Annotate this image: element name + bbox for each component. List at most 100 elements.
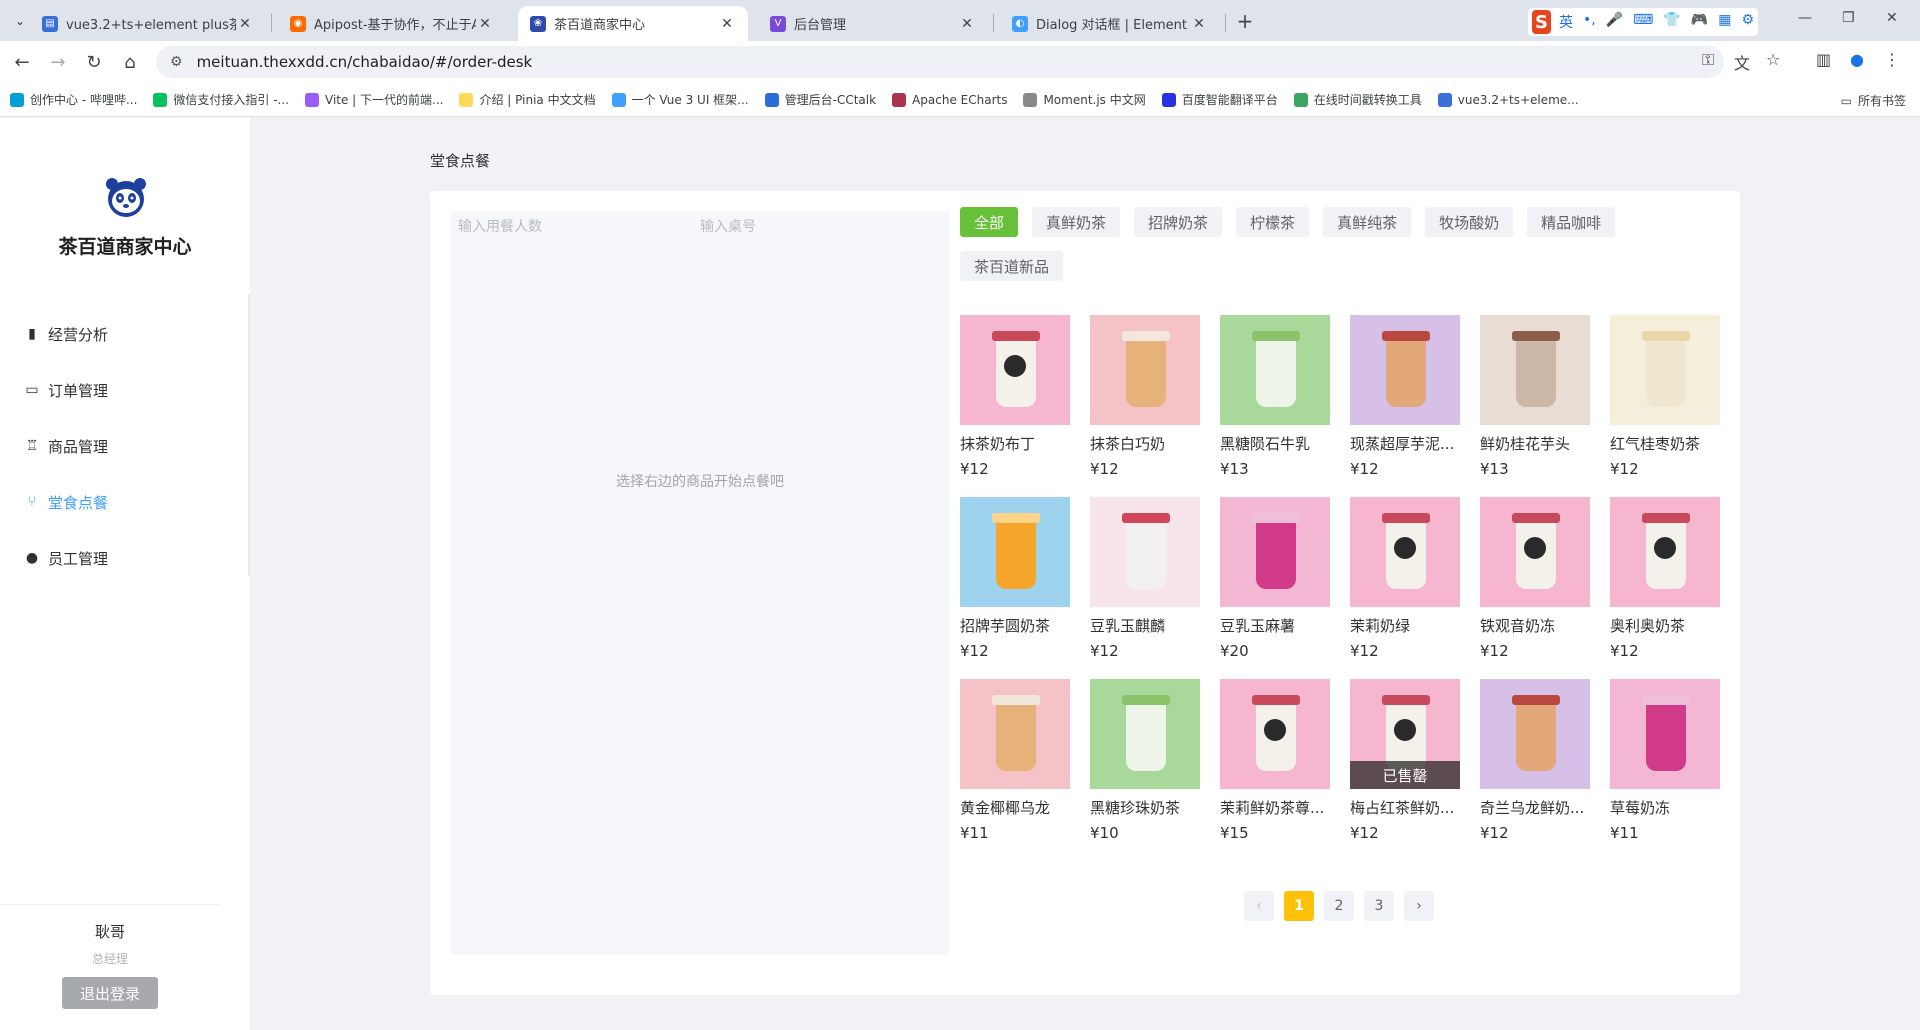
diners-count-input[interactable] [458,213,700,241]
sogou-ime-icon[interactable]: S [1532,10,1551,34]
bookmark-item[interactable]: Moment.js 中文网 [1023,91,1146,108]
product-card[interactable]: 豆乳玉麻薯 ¥20 [1220,497,1330,660]
product-card[interactable]: 黑糖陨石牛乳 ¥13 [1220,315,1330,478]
sidebar-scrollbar[interactable] [248,294,250,576]
product-image[interactable] [1480,679,1590,789]
product-image[interactable]: 已售罄 [1350,679,1460,789]
product-card[interactable]: 黑糖珍珠奶茶 ¥10 [1090,679,1200,842]
product-card[interactable]: 茉莉鲜奶茶尊... ¥15 [1220,679,1330,842]
site-info-icon[interactable]: ⚙ [170,54,183,70]
ime-tool-icon[interactable]: ▦ [1718,12,1731,32]
bookmark-item[interactable]: Apache ECharts [892,91,1007,108]
sidebar-item[interactable]: ● 员工管理 [0,530,248,586]
page-number-button[interactable]: 1 [1284,891,1314,921]
category-tab[interactable]: 真鲜纯茶 [1323,207,1412,237]
product-image[interactable] [960,315,1070,425]
product-card[interactable]: 已售罄 梅占红茶鲜奶... ¥12 [1350,679,1460,842]
product-card[interactable]: 奇兰乌龙鲜奶... ¥12 [1480,679,1590,842]
profile-avatar-icon[interactable]: ● [1850,50,1864,69]
browser-tab[interactable]: ◉ Apipost-基于协作，不止于API ✕ [278,6,506,41]
product-card[interactable]: 茉莉奶绿 ¥12 [1350,497,1460,660]
product-image[interactable] [1610,315,1720,425]
bookmark-item[interactable]: 介绍 | Pinia 中文文档 [459,91,596,108]
password-key-icon[interactable]: ⚿ [1702,50,1714,70]
ime-tool-icon[interactable]: 👕 [1663,12,1680,32]
bookmark-item[interactable]: 一个 Vue 3 UI 框架... [611,91,749,108]
page-number-button[interactable]: 3 [1364,891,1394,921]
ime-tool-icon[interactable]: 英 [1559,12,1573,32]
ime-tool-icon[interactable]: 🎤 [1606,12,1623,32]
reload-icon[interactable]: ↻ [82,50,106,74]
minimize-icon[interactable]: — [1798,10,1812,26]
table-number-input[interactable] [700,213,942,241]
product-card[interactable]: 抹茶奶布丁 ¥12 [960,315,1070,478]
bookmark-item[interactable]: vue3.2+ts+eleme... [1437,91,1579,108]
ime-tool-icon[interactable]: ⚙ [1741,12,1754,32]
bookmark-item[interactable]: 在线时间戳转换工具 [1293,91,1422,108]
browser-tab[interactable]: V 后台管理 ✕ [758,6,988,41]
tab-search-chevron-icon[interactable]: ⌄ [8,9,32,33]
prev-page-button[interactable]: ‹ [1244,891,1274,921]
product-image[interactable] [1090,679,1200,789]
product-card[interactable]: 草莓奶冻 ¥11 [1610,679,1720,842]
ime-tool-icon[interactable]: 🎮 [1691,12,1708,32]
product-image[interactable] [1350,497,1460,607]
restore-icon[interactable]: ❐ [1842,10,1855,26]
product-image[interactable] [1220,497,1330,607]
category-tab[interactable]: 全部 [960,207,1019,237]
new-tab-button[interactable]: + [1232,8,1258,34]
next-page-button[interactable]: › [1404,891,1434,921]
bookmark-item[interactable]: 管理后台-CCtalk [764,91,876,108]
product-image[interactable] [1480,315,1590,425]
category-tab[interactable]: 茶百道新品 [960,251,1064,281]
product-card[interactable]: 奥利奥奶茶 ¥12 [1610,497,1720,660]
bookmark-item[interactable]: 创作中心 - 哔哩哔... [10,91,137,108]
ime-tool-icon[interactable]: •, [1583,12,1596,32]
browser-tab[interactable]: ▤ vue3.2+ts+element plus茶百 ✕ [30,6,266,41]
bookmark-item[interactable]: 微信支付接入指引 -... [153,91,289,108]
tab-close-icon[interactable]: ✕ [958,16,976,32]
product-image[interactable] [1090,497,1200,607]
product-card[interactable]: 鲜奶桂花芋头 ¥13 [1480,315,1590,478]
bookmark-item[interactable]: Vite | 下一代的前端... [305,91,443,108]
product-image[interactable] [1350,315,1460,425]
page-number-button[interactable]: 2 [1324,891,1354,921]
more-menu-icon[interactable]: ⋮ [1884,50,1900,69]
ime-tool-icon[interactable]: ⌨ [1633,12,1653,32]
logout-button[interactable]: 退出登录 [62,977,158,1009]
category-tab[interactable]: 牧场酸奶 [1425,207,1514,237]
browser-tab[interactable]: ❀ 茶百道商家中心 ✕ [518,6,748,41]
bookmark-star-icon[interactable]: ☆ [1766,50,1780,69]
all-bookmarks-button[interactable]: ▭ 所有书签 [1841,92,1906,109]
sidebar-item[interactable]: ⑂ 堂食点餐 [0,474,248,530]
product-image[interactable] [1480,497,1590,607]
product-card[interactable]: 抹茶白巧奶 ¥12 [1090,315,1200,478]
product-card[interactable]: 招牌芋圆奶茶 ¥12 [960,497,1070,660]
product-card[interactable]: 黄金椰椰乌龙 ¥11 [960,679,1070,842]
tab-close-icon[interactable]: ✕ [1190,16,1208,32]
product-image[interactable] [1220,679,1330,789]
sidebar-item[interactable]: ▮ 经营分析 [0,306,248,362]
browser-tab[interactable]: ◐ Dialog 对话框 | Element Plus✕ [1000,6,1220,41]
side-panel-icon[interactable]: ▥ [1816,50,1831,69]
product-card[interactable]: 红气桂枣奶茶 ¥12 [1610,315,1720,478]
category-tab[interactable]: 招牌奶茶 [1134,207,1223,237]
translate-icon[interactable]: 文 [1734,50,1750,74]
product-image[interactable] [1610,679,1720,789]
category-tab[interactable]: 精品咖啡 [1527,207,1616,237]
ime-toolbar[interactable]: S 英 •, 🎤 ⌨ 👕 🎮 ▦ ⚙ [1528,8,1758,36]
product-card[interactable]: 豆乳玉麒麟 ¥12 [1090,497,1200,660]
tab-close-icon[interactable]: ✕ [718,16,736,32]
product-card[interactable]: 铁观音奶冻 ¥12 [1480,497,1590,660]
product-image[interactable] [960,497,1070,607]
tab-close-icon[interactable]: ✕ [476,16,494,32]
category-tab[interactable]: 柠檬茶 [1236,207,1310,237]
product-image[interactable] [960,679,1070,789]
back-icon[interactable]: ← [10,50,34,74]
product-image[interactable] [1610,497,1720,607]
tab-close-icon[interactable]: ✕ [236,16,254,32]
category-tab[interactable]: 真鲜奶茶 [1032,207,1121,237]
address-bar[interactable]: ⚙ meituan.thexxdd.cn/chabaidao/#/order-d… [156,46,1724,78]
sidebar-item[interactable]: ▭ 订单管理 [0,362,248,418]
product-card[interactable]: 现蒸超厚芋泥... ¥12 [1350,315,1460,478]
